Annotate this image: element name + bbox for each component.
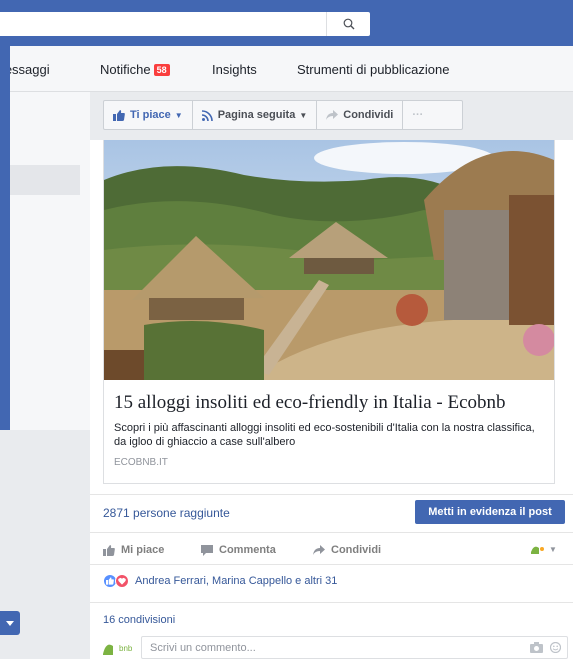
camera-icon[interactable] bbox=[530, 642, 543, 653]
follow-page-label: Pagina seguita bbox=[217, 109, 296, 121]
top-bar bbox=[0, 0, 573, 46]
divider bbox=[90, 564, 573, 565]
caret-down-icon: ▼ bbox=[299, 110, 308, 120]
rss-icon bbox=[201, 109, 213, 121]
page-logo-icon bbox=[103, 644, 113, 655]
share-arrow-icon bbox=[326, 110, 339, 120]
page-avatar-icon bbox=[531, 546, 544, 554]
divider bbox=[90, 602, 573, 603]
tab-insights[interactable]: Insights bbox=[212, 62, 257, 77]
left-dropdown-button[interactable] bbox=[0, 611, 20, 635]
search-input[interactable] bbox=[0, 12, 370, 36]
search-button[interactable] bbox=[326, 12, 370, 36]
comment-post-button[interactable]: Commenta bbox=[201, 544, 276, 556]
post-as-selector[interactable]: ▼ bbox=[531, 544, 557, 554]
share-post-button[interactable]: Condividi bbox=[313, 544, 381, 556]
tab-notifications[interactable]: Notifiche 58 bbox=[100, 62, 170, 77]
share-arrow-icon bbox=[313, 545, 325, 555]
love-reaction-icon bbox=[115, 574, 129, 588]
link-image[interactable] bbox=[104, 140, 554, 380]
post-card: 15 alloggi insoliti ed eco-friendly in I… bbox=[90, 140, 573, 659]
caret-down-icon bbox=[6, 620, 14, 626]
comment-composer: bnb Scrivi un commento... bbox=[103, 636, 568, 659]
like-post-label: Mi piace bbox=[121, 544, 165, 556]
left-blue-strip bbox=[0, 46, 10, 430]
more-options-icon: ··· bbox=[412, 109, 424, 121]
search-icon bbox=[343, 18, 354, 30]
shares-count[interactable]: 16 condivisioni bbox=[103, 614, 175, 626]
divider bbox=[90, 494, 573, 495]
link-title[interactable]: 15 alloggi insoliti ed eco-friendly in I… bbox=[114, 392, 506, 414]
share-post-label: Condividi bbox=[331, 544, 382, 556]
reach-count[interactable]: 2871 persone raggiunte bbox=[103, 506, 230, 520]
like-page-label: Ti piace bbox=[130, 109, 171, 121]
thumbs-up-icon bbox=[103, 544, 115, 556]
caret-down-icon: ▼ bbox=[549, 544, 557, 554]
comment-placeholder: Scrivi un commento... bbox=[150, 642, 256, 654]
link-description: Scopri i più affascinanti alloggi insoli… bbox=[114, 422, 535, 448]
reactions-summary[interactable]: Andrea Ferrari, Marina Cappello e altri … bbox=[103, 574, 337, 588]
divider bbox=[90, 532, 573, 533]
like-post-button[interactable]: Mi piace bbox=[103, 544, 164, 556]
link-preview[interactable]: 15 alloggi insoliti ed eco-friendly in I… bbox=[103, 140, 555, 484]
boost-post-button[interactable]: Metti in evidenza il post bbox=[415, 500, 565, 524]
notifications-badge: 58 bbox=[153, 64, 170, 76]
share-page-label: Condividi bbox=[343, 109, 394, 121]
tab-notifications-label: Notifiche bbox=[100, 62, 151, 77]
emoji-icon[interactable] bbox=[550, 642, 561, 653]
left-nav-selected-item[interactable] bbox=[10, 165, 80, 195]
page-tabs: Messaggi Notifiche58 Insights Strumenti … bbox=[0, 46, 573, 92]
share-page-button[interactable]: Condividi bbox=[317, 101, 404, 129]
comment-input[interactable]: Scrivi un commento... bbox=[141, 636, 568, 659]
thumbs-up-icon bbox=[113, 109, 125, 121]
landscape-photo bbox=[104, 140, 554, 380]
avatar-text: bnb bbox=[119, 643, 133, 653]
page-avatar: bnb bbox=[103, 638, 135, 658]
comment-icon bbox=[201, 544, 213, 556]
page-actions-bar: Ti piace ▼ Pagina seguita ▼ Condividi ··… bbox=[103, 100, 463, 130]
more-options-button[interactable]: ··· bbox=[403, 101, 432, 129]
like-page-button[interactable]: Ti piace ▼ bbox=[104, 101, 193, 129]
comment-post-label: Commenta bbox=[219, 544, 276, 556]
follow-page-button[interactable]: Pagina seguita ▼ bbox=[193, 101, 318, 129]
left-nav bbox=[10, 92, 90, 432]
link-domain: ECOBNB.IT bbox=[114, 457, 168, 468]
feedback-bar: Mi piace Commenta Condividi ▼ bbox=[103, 540, 568, 560]
tab-publishing-tools[interactable]: Strumenti di pubblicazione bbox=[297, 62, 449, 77]
reactions-text: Andrea Ferrari, Marina Cappello e altri … bbox=[135, 575, 338, 587]
caret-down-icon: ▼ bbox=[174, 110, 183, 120]
